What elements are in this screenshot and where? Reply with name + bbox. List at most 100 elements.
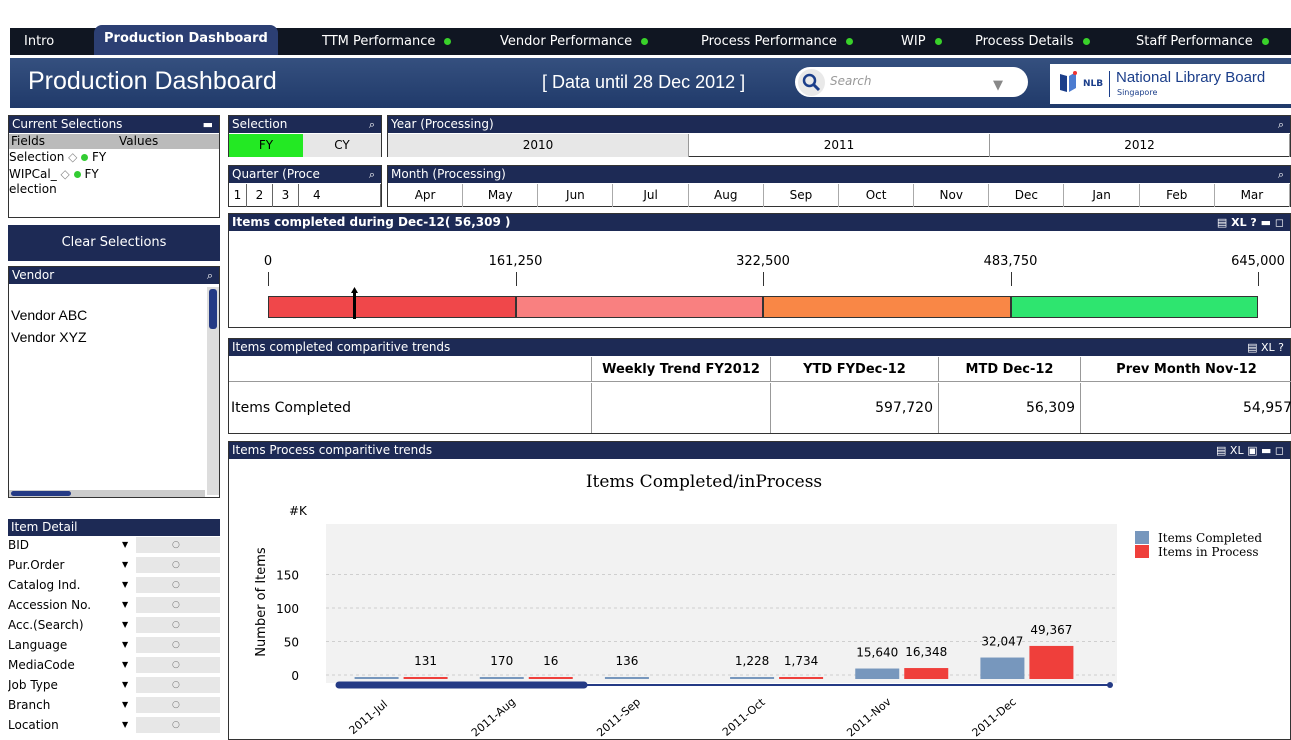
- tab-process-performance[interactable]: Process Performance: [701, 28, 853, 55]
- radio-icon[interactable]: ○: [172, 577, 180, 593]
- chevron-down-icon[interactable]: ▼: [122, 657, 128, 673]
- chevron-down-icon[interactable]: ▼: [122, 577, 128, 593]
- status-dot-icon: [934, 38, 942, 45]
- chevron-down-icon[interactable]: ▼: [993, 78, 1003, 93]
- quarter-option[interactable]: 3: [273, 184, 299, 207]
- radio-icon[interactable]: ○: [172, 697, 180, 713]
- item-detail-row[interactable]: Accession No. ▼ ○: [8, 597, 220, 613]
- quarter-option[interactable]: 1: [229, 184, 247, 207]
- item-detail-row[interactable]: Language ▼ ○: [8, 637, 220, 653]
- item-detail-row[interactable]: Catalog Ind. ▼ ○: [8, 577, 220, 593]
- bar: [779, 677, 824, 679]
- vertical-scrollbar[interactable]: [207, 287, 219, 495]
- month-option[interactable]: Feb: [1140, 184, 1215, 207]
- chevron-down-icon[interactable]: ▼: [122, 557, 128, 573]
- search-icon[interactable]: ⌕: [369, 166, 375, 183]
- item-detail-row[interactable]: BID ▼ ○: [8, 537, 220, 553]
- item-detail-row[interactable]: Pur.Order ▼ ○: [8, 557, 220, 573]
- table-header-cell[interactable]: Weekly Trend FY2012: [592, 357, 771, 382]
- chevron-down-icon[interactable]: ▼: [122, 537, 128, 553]
- radio-icon[interactable]: ○: [172, 597, 180, 613]
- search-input[interactable]: Search: [830, 74, 872, 88]
- fy-option[interactable]: FY: [229, 134, 303, 157]
- search-icon[interactable]: [798, 69, 825, 96]
- search-icon[interactable]: ⌕: [207, 267, 213, 284]
- radio-icon[interactable]: ○: [172, 717, 180, 733]
- table-header-cell[interactable]: Prev Month Nov-12: [1081, 357, 1291, 382]
- quarter-option[interactable]: 2: [247, 184, 273, 207]
- month-option[interactable]: Jul: [614, 184, 689, 207]
- chevron-down-icon[interactable]: ▼: [122, 697, 128, 713]
- box-title: Vendor: [12, 268, 55, 282]
- bar: [904, 668, 949, 679]
- table-cell: 54,957: [1243, 400, 1291, 416]
- tab-staff-performance[interactable]: Staff Performance: [1136, 28, 1269, 55]
- field-label: Accession No.: [8, 598, 92, 612]
- search-icon[interactable]: ⌕: [369, 116, 375, 133]
- bar: [855, 668, 900, 679]
- month-option[interactable]: Jun: [538, 184, 614, 207]
- month-option[interactable]: Nov: [914, 184, 990, 207]
- month-option[interactable]: Sep: [764, 184, 839, 207]
- window-controls-icon[interactable]: ▤ XL ? ▬ ◻: [1217, 214, 1284, 231]
- item-detail-row[interactable]: Acc.(Search) ▼ ○: [8, 617, 220, 633]
- tab-wip[interactable]: WIP: [901, 28, 942, 55]
- month-option[interactable]: Dec: [989, 184, 1065, 207]
- table-header-cell[interactable]: MTD Dec-12: [939, 357, 1081, 382]
- item-detail-row[interactable]: Job Type ▼ ○: [8, 677, 220, 693]
- vendor-item[interactable]: Vendor XYZ: [11, 329, 87, 345]
- table-cell: 56,309: [939, 383, 1081, 433]
- year-option[interactable]: 2011: [689, 134, 990, 157]
- chevron-down-icon[interactable]: ▼: [122, 597, 128, 613]
- month-option[interactable]: Aug: [689, 184, 764, 207]
- tab-ttm-performance[interactable]: TTM Performance: [322, 28, 452, 55]
- x-tick-label: 2011-Oct: [720, 695, 768, 738]
- tab-label: Staff Performance: [1136, 34, 1253, 49]
- chevron-down-icon[interactable]: ▼: [122, 677, 128, 693]
- month-option[interactable]: Mar: [1215, 184, 1290, 207]
- tab-intro[interactable]: Intro: [24, 28, 54, 55]
- horizontal-scrollbar[interactable]: [9, 490, 205, 497]
- radio-icon[interactable]: ○: [172, 657, 180, 673]
- scroll-thumb[interactable]: [209, 289, 217, 329]
- clear-selections-button[interactable]: Clear Selections: [8, 225, 220, 261]
- gauge-segment: [1010, 296, 1258, 318]
- radio-icon[interactable]: ○: [172, 637, 180, 653]
- radio-icon[interactable]: ○: [172, 557, 180, 573]
- eraser-icon[interactable]: ◇: [68, 150, 77, 164]
- year-option[interactable]: 2012: [990, 134, 1290, 157]
- legend-label: Items in Process: [1158, 545, 1259, 559]
- month-option[interactable]: Oct: [839, 184, 915, 207]
- cy-option[interactable]: CY: [303, 134, 381, 157]
- scroll-thumb[interactable]: [11, 491, 71, 496]
- month-option[interactable]: May: [463, 184, 539, 207]
- window-controls-icon[interactable]: ▤ XL ?: [1247, 339, 1284, 356]
- search-icon[interactable]: ⌕: [1278, 166, 1284, 183]
- vendor-item[interactable]: Vendor ABC: [11, 307, 87, 323]
- radio-icon[interactable]: ○: [172, 617, 180, 633]
- item-detail-row[interactable]: MediaCode ▼ ○: [8, 657, 220, 673]
- chevron-down-icon[interactable]: ▼: [122, 717, 128, 733]
- month-option[interactable]: Apr: [388, 184, 464, 207]
- table-header-cell[interactable]: YTD FYDec-12: [771, 357, 939, 382]
- month-option[interactable]: Jan: [1065, 184, 1140, 207]
- chevron-down-icon[interactable]: ▼: [122, 637, 128, 653]
- radio-icon[interactable]: ○: [172, 537, 180, 553]
- quarter-option[interactable]: 4: [299, 184, 381, 207]
- eraser-icon[interactable]: ◇: [61, 167, 70, 181]
- y-tick-label: 50: [284, 636, 299, 650]
- search-box[interactable]: Search ▼: [795, 67, 1028, 97]
- minimize-icon[interactable]: ▬: [203, 116, 213, 133]
- radio-icon[interactable]: ○: [172, 677, 180, 693]
- x-tick-label: 2011-Aug: [469, 695, 518, 739]
- tab-production-dashboard[interactable]: Production Dashboard: [94, 25, 278, 55]
- search-icon[interactable]: ⌕: [1278, 116, 1284, 133]
- item-detail-row[interactable]: Branch ▼ ○: [8, 697, 220, 713]
- tab-process-details[interactable]: Process Details: [975, 28, 1090, 55]
- field-label: BID: [8, 538, 30, 552]
- year-option[interactable]: 2010: [388, 134, 689, 157]
- item-detail-row[interactable]: Location ▼ ○: [8, 717, 220, 733]
- gauge-tick-label: 161,250: [488, 254, 543, 269]
- chevron-down-icon[interactable]: ▼: [122, 617, 128, 633]
- tab-vendor-performance[interactable]: Vendor Performance: [500, 28, 649, 55]
